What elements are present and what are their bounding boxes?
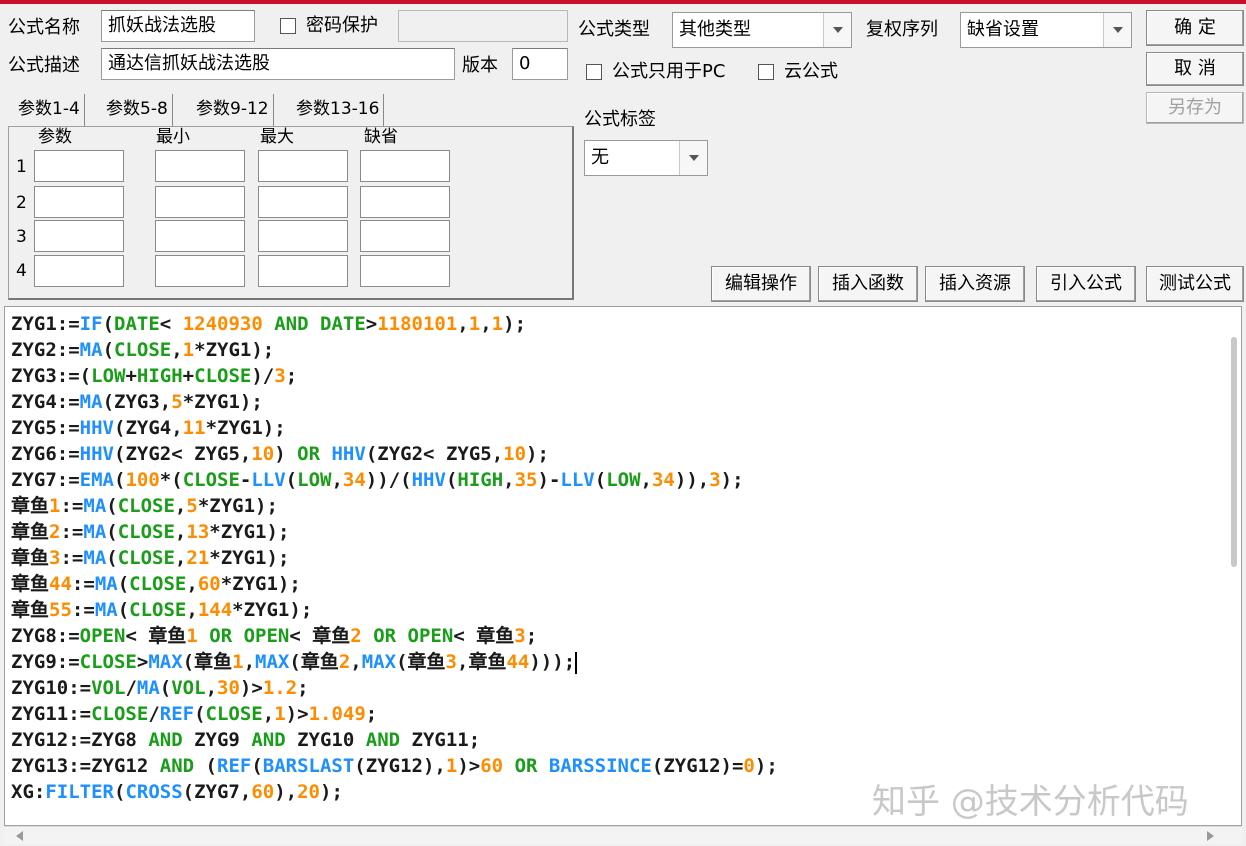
param-cell[interactable] — [360, 255, 450, 287]
formula-type-value: 其他类型 — [679, 19, 751, 40]
formula-tag-label: 公式标签 — [584, 109, 656, 130]
password-protect-checkbox[interactable] — [280, 18, 296, 34]
code-line: ZYG11:=CLOSE/REF(CLOSE,1)>1.049; — [11, 703, 378, 725]
code-line: ZYG3:=(LOW+HIGH+CLOSE)/3; — [11, 365, 298, 387]
edit-ops-button[interactable]: 编辑操作 — [711, 266, 811, 302]
version-input[interactable]: 0 — [512, 48, 568, 80]
pc-only-label: 公式只用于PC — [612, 61, 726, 82]
window-top-border — [0, 0, 1246, 4]
password-protect-label: 密码保护 — [306, 15, 378, 36]
code-line: ZYG2:=MA(CLOSE,1*ZYG1); — [11, 339, 275, 361]
code-line: 章鱼1:=MA(CLOSE,5*ZYG1); — [11, 495, 278, 517]
formula-type-select[interactable]: 其他类型 — [672, 12, 852, 48]
param-cell[interactable] — [360, 186, 450, 218]
param-cell[interactable] — [258, 150, 348, 182]
param-row-number: 2 — [16, 193, 27, 213]
code-editor[interactable]: ZYG1:=IF(DATE< 1240930 AND DATE>1180101,… — [4, 306, 1242, 826]
param-row-number: 1 — [16, 157, 27, 177]
ok-button[interactable]: 确 定 — [1146, 10, 1244, 46]
param-cell[interactable] — [258, 186, 348, 218]
test-formula-button[interactable]: 测试公式 — [1146, 266, 1244, 302]
param-cell[interactable] — [155, 255, 245, 287]
vertical-scrollbar[interactable] — [1231, 337, 1237, 567]
formula-tag-select[interactable]: 无 — [584, 140, 708, 176]
chevron-down-icon[interactable] — [823, 13, 851, 47]
param-cell[interactable] — [34, 186, 124, 218]
code-line: ZYG10:=VOL/MA(VOL,30)>1.2; — [11, 677, 309, 699]
param-cell[interactable] — [155, 220, 245, 252]
password-input[interactable] — [398, 10, 568, 42]
cloud-formula-checkbox[interactable] — [758, 64, 774, 80]
tab-params-5-8[interactable]: 参数5-8 — [102, 94, 173, 126]
param-row-number: 4 — [16, 261, 27, 281]
param-cell[interactable] — [360, 150, 450, 182]
chevron-down-icon[interactable] — [1103, 13, 1131, 47]
code-line: 章鱼44:=MA(CLOSE,60*ZYG1); — [11, 573, 301, 595]
rights-series-label: 复权序列 — [866, 19, 938, 40]
param-cell[interactable] — [155, 150, 245, 182]
param-header-max: 最大 — [260, 127, 294, 147]
param-cell[interactable] — [155, 186, 245, 218]
code-line: XG:FILTER(CROSS(ZYG7,60),20); — [11, 781, 343, 803]
code-line: ZYG4:=MA(ZYG3,5*ZYG1); — [11, 391, 263, 413]
code-line: ZYG8:=OPEN< 章鱼1 OR OPEN< 章鱼2 OR OPEN< 章鱼… — [11, 625, 538, 647]
param-cell[interactable] — [258, 255, 348, 287]
code-line: ZYG5:=HHV(ZYG4,11*ZYG1); — [11, 417, 286, 439]
code-line: ZYG9:=CLOSE>MAX(章鱼1,MAX(章鱼2,MAX(章鱼3,章鱼44… — [11, 651, 578, 674]
version-label: 版本 — [462, 55, 498, 76]
code-line: ZYG12:=ZYG8 AND ZYG9 AND ZYG10 AND ZYG11… — [11, 729, 481, 751]
param-cell[interactable] — [34, 220, 124, 252]
import-formula-button[interactable]: 引入公式 — [1036, 266, 1136, 302]
tab-params-1-4[interactable]: 参数1-4 — [14, 94, 85, 126]
code-line: 章鱼2:=MA(CLOSE,13*ZYG1); — [11, 521, 290, 543]
chevron-down-icon[interactable] — [679, 141, 707, 175]
horizontal-scrollbar[interactable] — [4, 826, 1242, 844]
param-cell[interactable] — [360, 220, 450, 252]
param-header-min: 最小 — [156, 127, 190, 147]
code-line: ZYG13:=ZYG12 AND (REF(BARSLAST(ZYG12),1)… — [11, 755, 778, 777]
formula-type-label: 公式类型 — [578, 19, 650, 40]
formula-name-label: 公式名称 — [8, 17, 80, 38]
formula-desc-label: 公式描述 — [8, 55, 80, 76]
param-header-default: 缺省 — [364, 127, 398, 147]
cancel-button[interactable]: 取 消 — [1146, 52, 1244, 86]
formula-tag-value: 无 — [591, 147, 609, 168]
insert-function-button[interactable]: 插入函数 — [818, 266, 918, 302]
code-lines: ZYG1:=IF(DATE< 1240930 AND DATE>1180101,… — [11, 311, 778, 805]
code-line: ZYG7:=EMA(100*(CLOSE-LLV(LOW,34))/(HHV(H… — [11, 469, 744, 491]
watermark: 知乎 @技术分析代码 — [872, 782, 1189, 822]
insert-resource-button[interactable]: 插入资源 — [925, 266, 1025, 302]
formula-desc-input[interactable]: 通达信抓妖战法选股 — [101, 48, 455, 80]
save-as-button[interactable]: 另存为 — [1146, 92, 1244, 124]
pc-only-checkbox[interactable] — [586, 64, 602, 80]
param-cell[interactable] — [34, 150, 124, 182]
scroll-left-icon[interactable] — [16, 831, 23, 841]
text-caret — [575, 651, 578, 674]
code-line: ZYG6:=HHV(ZYG2< ZYG5,10) OR HHV(ZYG2< ZY… — [11, 443, 549, 465]
code-line: 章鱼55:=MA(CLOSE,144*ZYG1); — [11, 599, 313, 621]
cloud-formula-label: 云公式 — [784, 61, 838, 82]
param-header-name: 参数 — [38, 127, 72, 147]
param-row-number: 3 — [16, 227, 27, 247]
tab-params-13-16[interactable]: 参数13-16 — [292, 94, 385, 126]
formula-name-input[interactable]: 抓妖战法选股 — [101, 10, 255, 42]
tab-params-9-12[interactable]: 参数9-12 — [192, 94, 274, 126]
scroll-right-icon[interactable] — [1207, 831, 1214, 841]
code-line: ZYG1:=IF(DATE< 1240930 AND DATE>1180101,… — [11, 313, 527, 335]
param-cell[interactable] — [34, 255, 124, 287]
rights-series-select[interactable]: 缺省设置 — [960, 12, 1132, 48]
code-line: 章鱼3:=MA(CLOSE,21*ZYG1); — [11, 547, 290, 569]
rights-series-value: 缺省设置 — [967, 19, 1039, 40]
param-cell[interactable] — [258, 220, 348, 252]
